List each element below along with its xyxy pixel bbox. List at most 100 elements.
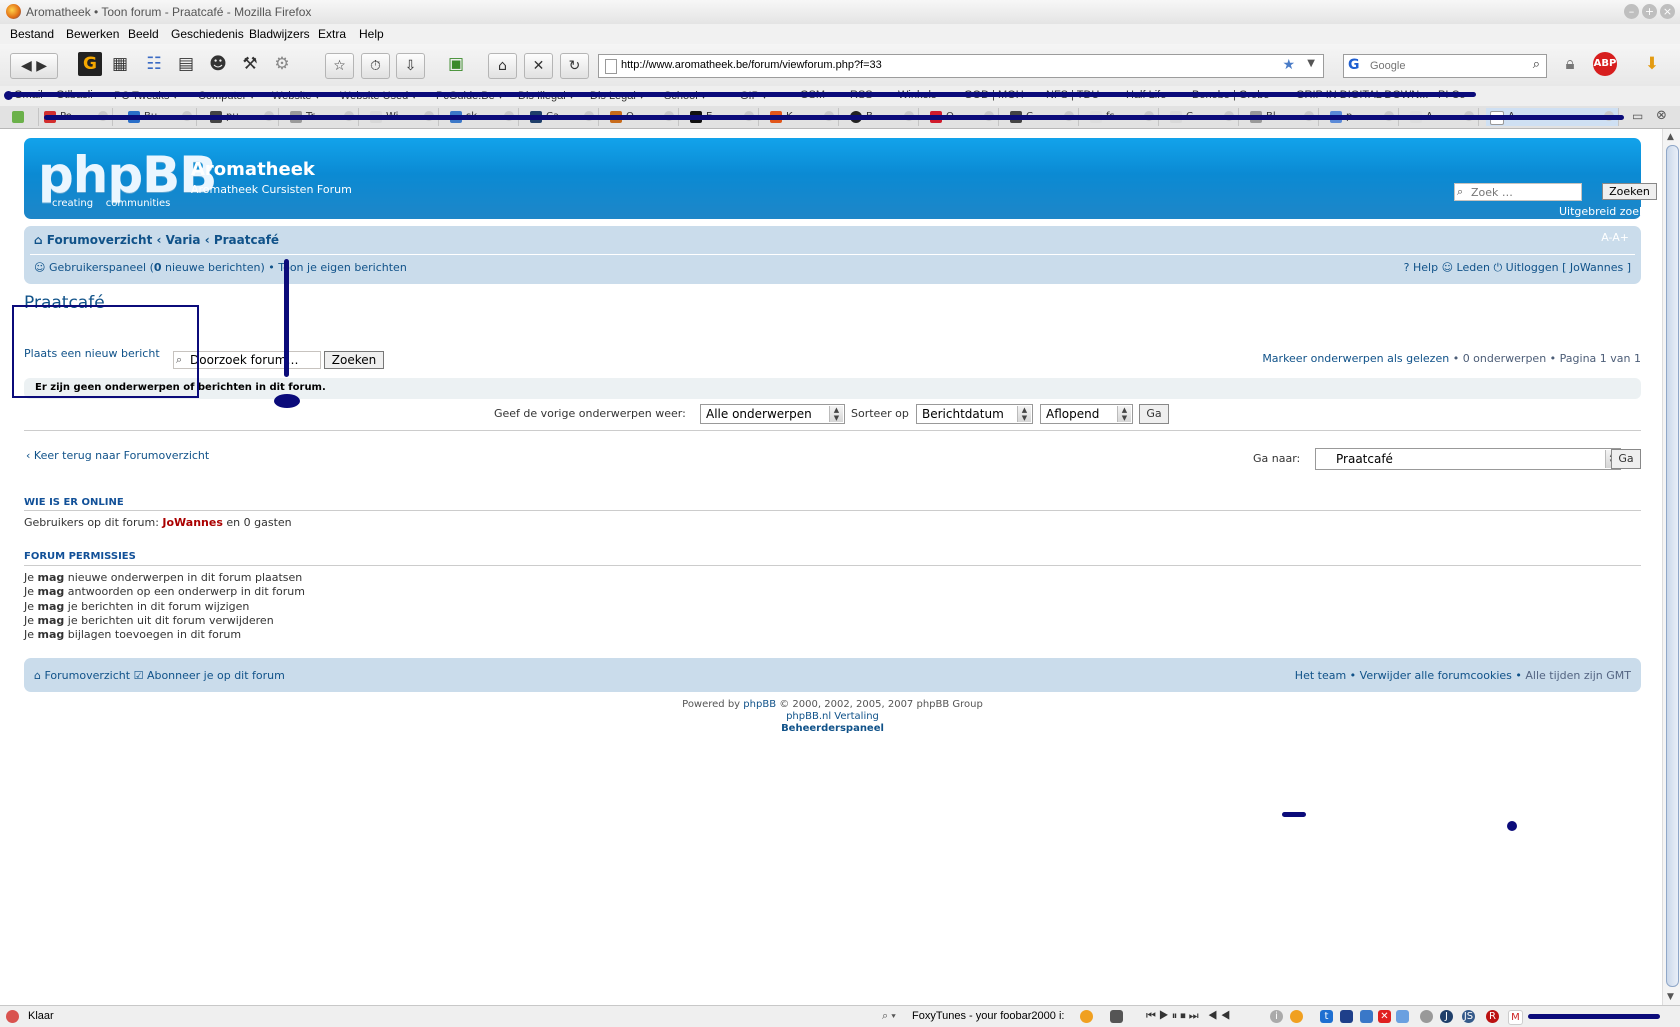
google-icon[interactable]: G	[1348, 57, 1360, 73]
logout-link[interactable]: Uitloggen [ JoWannes ]	[1506, 261, 1631, 274]
select-arrow-icon: ▲▼	[1117, 406, 1131, 422]
permission-item: Je mag nieuwe onderwerpen in dit forum p…	[24, 571, 303, 584]
jump-go-button[interactable]: Ga	[1611, 449, 1641, 469]
menu-extra[interactable]: Extra	[318, 27, 346, 41]
breadcrumb-praatcafe[interactable]: Praatcafé	[214, 233, 279, 247]
back-to-index: ‹ Keer terug naar Forumoverzicht	[26, 449, 209, 462]
page-info: Pagina 1 van 1	[1559, 352, 1641, 365]
addon-cog-icon[interactable]: ⚙	[270, 52, 294, 76]
back-forward-button[interactable]: ◀ ▶	[10, 53, 58, 79]
menu-bladwijzers[interactable]: Bladwijzers	[249, 27, 310, 41]
menu-geschiedenis[interactable]: Geschiedenis	[171, 27, 244, 41]
sort-select[interactable]: Berichtdatum ▲ ▼	[916, 404, 1033, 424]
timer-button[interactable]: ⏱	[361, 53, 390, 79]
address-bar[interactable]: http://www.aromatheek.be/forum/viewforum…	[598, 54, 1324, 78]
team-link[interactable]: Het team	[1295, 669, 1346, 682]
new-messages-count: 0	[153, 261, 162, 274]
addon-r-icon[interactable]: R	[1486, 1010, 1499, 1023]
new-messages-link[interactable]: nieuwe berichten	[165, 261, 260, 274]
addon-skull-icon[interactable]: ☻	[206, 52, 230, 76]
font-size-toggle[interactable]: A-A+	[1601, 231, 1629, 244]
reload-button[interactable]: ↻	[560, 53, 589, 79]
minimize-button[interactable]: –	[1624, 4, 1639, 19]
online-user-link[interactable]: JoWannes	[162, 516, 222, 529]
user-links: ☺ Gebruikerspaneel (0 nieuwe berichten) …	[34, 261, 407, 274]
bookmark-star-button[interactable]: ☆	[325, 53, 354, 79]
stop-button[interactable]: ✕	[524, 53, 553, 79]
breadcrumb-varia[interactable]: Varia	[166, 233, 201, 247]
header-search-input[interactable]	[1454, 183, 1582, 201]
sort-go-button[interactable]: Ga	[1139, 404, 1169, 424]
mark-read-link[interactable]: Markeer onderwerpen als gelezen	[1262, 352, 1449, 365]
subscribe-link[interactable]: Abonneer je op dit forum	[147, 669, 285, 682]
addon-j-icon[interactable]: J	[1440, 1010, 1453, 1023]
foxytunes-icon[interactable]	[1080, 1010, 1093, 1023]
lock-icon[interactable]: 🔒︎	[1558, 52, 1582, 76]
addon-icon[interactable]	[1360, 1010, 1373, 1023]
home-button[interactable]: ⌂	[488, 53, 517, 79]
url-dropdown-icon[interactable]: ▼	[1307, 58, 1315, 69]
menu-beeld[interactable]: Beeld	[128, 27, 159, 41]
scrollbar-thumb[interactable]	[1666, 145, 1679, 987]
addon-list-icon[interactable]: ☷	[142, 52, 166, 76]
addon-t-icon[interactable]: t	[1320, 1010, 1333, 1023]
vertical-scrollbar[interactable]: ▲ ▼	[1662, 129, 1680, 1005]
help-link[interactable]: Help	[1413, 261, 1438, 274]
addon-icon[interactable]	[1396, 1010, 1409, 1023]
phpbb-link[interactable]: phpBB	[743, 699, 776, 710]
bookmark-star-icon[interactable]: ★	[1282, 57, 1295, 73]
url-text[interactable]: http://www.aromatheek.be/forum/viewforum…	[621, 59, 882, 71]
footer-index-link[interactable]: Forumoverzicht	[44, 669, 130, 682]
addon-icon[interactable]	[1340, 1010, 1353, 1023]
addon-icon[interactable]	[1420, 1010, 1433, 1023]
translation-link[interactable]: phpBB.nl Vertaling	[786, 711, 879, 722]
marker-scribble	[6, 92, 1476, 97]
close-tab-icon[interactable]: ⊗	[1656, 108, 1667, 123]
menu-bewerken[interactable]: Bewerken	[66, 27, 119, 41]
new-tab-icon[interactable]	[8, 108, 39, 126]
permissions-list: Je mag nieuwe onderwerpen in dit forum p…	[24, 571, 305, 642]
members-link[interactable]: Leden	[1457, 261, 1490, 274]
addon-g-icon[interactable]: G	[78, 52, 102, 76]
header-search-button[interactable]: Zoeken	[1602, 183, 1657, 200]
forum-search-button[interactable]: Zoeken	[324, 351, 384, 369]
back-to-index-link[interactable]: Keer terug naar Forumoverzicht	[34, 449, 209, 462]
download-arrow-icon[interactable]: ⬇	[1640, 52, 1664, 76]
addon-page-icon[interactable]: ▤	[174, 52, 198, 76]
breadcrumb-forumoverzicht[interactable]: Forumoverzicht	[47, 233, 153, 247]
addon-tool-icon[interactable]: ⚒	[238, 52, 262, 76]
menu-bestand[interactable]: Bestand	[10, 27, 54, 41]
search-magnifier-icon[interactable]: ⌕	[1533, 57, 1540, 72]
jump-select[interactable]: Praatcafé▲▼	[1315, 448, 1621, 470]
phpbb-logo[interactable]: phpBB creating communities	[38, 150, 217, 209]
foxytunes-search-icon[interactable]: ⌕ ▾	[882, 1010, 896, 1023]
search-bar[interactable]: G ⌕	[1343, 54, 1547, 78]
admin-panel-link[interactable]: Beheerderspaneel	[781, 723, 884, 734]
addon-box-icon[interactable]: ▣	[444, 52, 468, 76]
addon-js-icon[interactable]: JS	[1462, 1010, 1475, 1023]
addon-grid-icon[interactable]: ▦	[108, 52, 132, 76]
addon-x-icon[interactable]: ✕	[1378, 1010, 1391, 1023]
own-posts-link[interactable]: Toon je eigen berichten	[278, 261, 407, 274]
order-select[interactable]: Aflopend ▲ ▼	[1040, 404, 1133, 424]
player-icon[interactable]	[1110, 1010, 1123, 1023]
close-window-button[interactable]: ×	[1660, 4, 1675, 19]
download-button[interactable]: ⇩	[396, 53, 425, 79]
tab-list-icon[interactable]: ▭	[1632, 109, 1643, 123]
scroll-down-icon[interactable]: ▼	[1667, 992, 1674, 1002]
media-controls[interactable]: ⏮▶⏸⏹⏭ ◀◀	[1146, 1010, 1233, 1023]
addon-icon[interactable]	[1290, 1010, 1303, 1023]
delete-cookies-link[interactable]: Verwijder alle forumcookies	[1360, 669, 1512, 682]
scroll-up-icon[interactable]: ▲	[1667, 132, 1674, 142]
pagination-info: Markeer onderwerpen als gelezen • 0 onde…	[1262, 352, 1641, 365]
adblock-icon[interactable]: ABP	[1593, 52, 1617, 76]
search-input[interactable]	[1368, 57, 1522, 75]
info-icon[interactable]: i	[1270, 1010, 1283, 1023]
advanced-search-link[interactable]: Uitgebreid zoeken	[1559, 205, 1659, 218]
footer-left: ⌂ Forumoverzicht ☑ Abonneer je op dit fo…	[34, 669, 285, 682]
display-select[interactable]: Alle onderwerpen ▲ ▼	[700, 404, 845, 424]
menu-help[interactable]: Help	[359, 27, 384, 41]
gmail-icon[interactable]: M	[1508, 1010, 1523, 1025]
user-panel-link[interactable]: Gebruikerspaneel	[49, 261, 146, 274]
maximize-button[interactable]: +	[1642, 4, 1657, 19]
